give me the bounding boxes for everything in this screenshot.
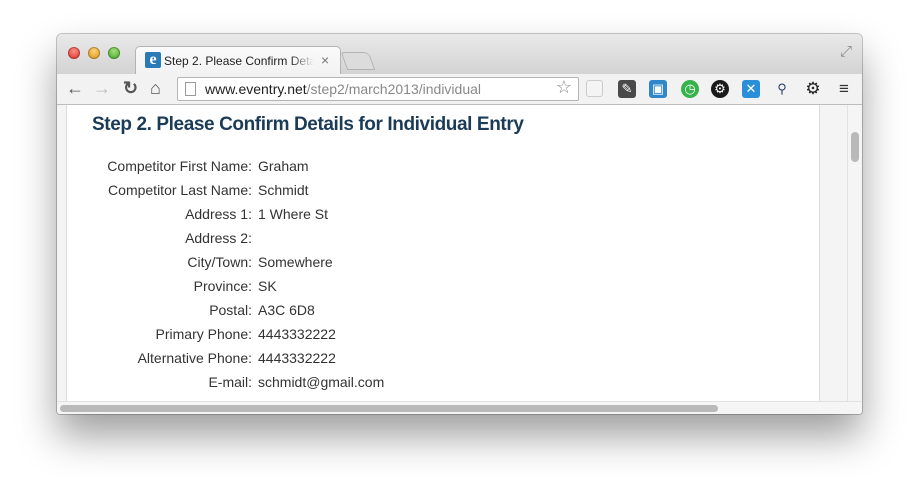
page-viewport: Step 2. Please Confirm Details for Indiv…: [57, 105, 862, 414]
field-label: Alternative Phone:: [137, 350, 252, 366]
url-text[interactable]: www.eventry.net/step2/march2013/individu…: [205, 81, 481, 97]
settings-circle-icon[interactable]: ⚙: [711, 80, 729, 98]
vertical-scrollbar[interactable]: [847, 105, 862, 401]
field-label: Province:: [193, 278, 252, 294]
green-timer-icon[interactable]: ◷: [681, 80, 699, 98]
back-icon[interactable]: ←: [66, 78, 84, 98]
field-value: 4443332222: [258, 350, 336, 366]
field-label: Postal:: [209, 302, 252, 318]
field-row-province: Province: SK: [67, 278, 667, 298]
field-label: Competitor First Name:: [107, 158, 252, 174]
forward-icon[interactable]: →: [93, 78, 111, 98]
field-label: City/Town:: [187, 254, 252, 270]
field-value: 4443332222: [258, 326, 336, 342]
page-notes-icon[interactable]: [586, 80, 603, 97]
menu-icon[interactable]: ≡: [835, 80, 853, 98]
field-row-email: E-mail: schmidt@gmail.com: [67, 374, 667, 394]
wrench-gear-icon[interactable]: ⚙: [804, 80, 822, 98]
field-row-first-name: Competitor First Name: Graham: [67, 158, 667, 178]
horizontal-scrollbar[interactable]: [57, 401, 862, 414]
field-row-address-1: Address 1: 1 Where St: [67, 206, 667, 226]
fullscreen-icon[interactable]: ⤢: [840, 43, 852, 60]
field-row-address-2: Address 2:: [67, 230, 667, 250]
new-tab-button[interactable]: [340, 52, 376, 70]
zoom-window-button[interactable]: [108, 47, 120, 59]
tab-active[interactable]: e Step 2. Please Confirm Details for Ind…: [135, 46, 341, 75]
field-row-postal: Postal: A3C 6D8: [67, 302, 667, 322]
close-window-button[interactable]: [68, 47, 80, 59]
field-label: Primary Phone:: [155, 326, 252, 342]
field-row-primary-phone: Primary Phone: 4443332222: [67, 326, 667, 346]
minimize-window-button[interactable]: [88, 47, 100, 59]
tab-close-icon[interactable]: ×: [321, 52, 329, 68]
field-row-alternative-phone: Alternative Phone: 4443332222: [67, 350, 667, 370]
reload-icon[interactable]: ↻: [123, 78, 138, 98]
field-label: Address 1:: [185, 206, 252, 222]
tab-title: Step 2. Please Confirm Details for Indiv…: [164, 54, 314, 68]
bookmark-star-icon[interactable]: ☆: [556, 77, 572, 98]
url-path: /step2/march2013/individual: [306, 81, 482, 97]
field-value: SK: [258, 278, 277, 294]
field-value: Schmidt: [258, 182, 309, 198]
address-bar[interactable]: www.eventry.net/step2/march2013/individu…: [177, 77, 579, 101]
field-row-last-name: Competitor Last Name: Schmidt: [67, 182, 667, 202]
title-bar: e Step 2. Please Confirm Details for Ind…: [57, 34, 862, 75]
blue-x-icon[interactable]: ✕: [742, 80, 760, 98]
field-label: E-mail:: [208, 374, 252, 390]
vertical-scrollbar-thumb[interactable]: [851, 132, 859, 162]
field-label: Competitor Last Name:: [108, 182, 252, 198]
page-content: Step 2. Please Confirm Details for Indiv…: [66, 105, 820, 401]
field-value: A3C 6D8: [258, 302, 315, 318]
evernote-icon[interactable]: ✎: [618, 80, 636, 98]
browser-toolbar: ← → ↻ ⌂ www.eventry.net/step2/march2013/…: [57, 74, 862, 105]
field-row-city: City/Town: Somewhere: [67, 254, 667, 274]
field-value: Somewhere: [258, 254, 333, 270]
horizontal-scrollbar-thumb[interactable]: [60, 405, 718, 412]
field-value: 1 Where St: [258, 206, 329, 222]
dropper-icon[interactable]: ⚲: [773, 80, 791, 98]
url-host: www.eventry.net: [205, 81, 307, 97]
field-value: schmidt@gmail.com: [258, 374, 385, 390]
field-label: Address 2:: [185, 230, 252, 246]
page-icon: [185, 82, 196, 96]
browser-window: e Step 2. Please Confirm Details for Ind…: [57, 34, 862, 414]
screen-capture-icon[interactable]: ▣: [649, 80, 667, 98]
field-value: Graham: [258, 158, 309, 174]
eventry-favicon-icon: e: [145, 52, 161, 68]
home-icon[interactable]: ⌂: [150, 78, 161, 98]
page-title: Step 2. Please Confirm Details for Indiv…: [92, 114, 524, 135]
